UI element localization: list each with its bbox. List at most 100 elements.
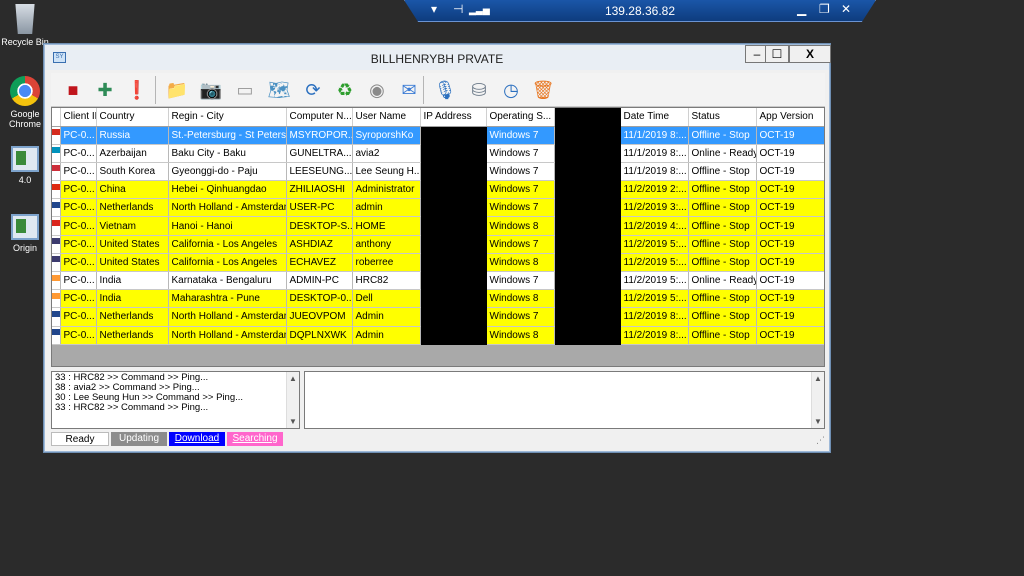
- cell-computer: GUNELTRA...: [286, 144, 353, 163]
- cell-client-id: PC-0...: [60, 198, 97, 218]
- drive-icon[interactable]: ▭: [231, 76, 259, 104]
- map-icon[interactable]: 🗺: [265, 76, 293, 104]
- close-button[interactable]: X: [789, 45, 831, 63]
- recycle-icon[interactable]: ♻: [331, 76, 359, 104]
- cell-status: Offline - Stop: [688, 162, 757, 182]
- column-header-country[interactable]: Country: [96, 108, 169, 127]
- output-panel[interactable]: ▲ ▼: [304, 371, 825, 429]
- table-row[interactable]: PC-0... India Maharashtra - Pune DESKTOP-0.…: [52, 289, 824, 309]
- table-row[interactable]: PC-0...RussiaSt.-Petersburg - St Petersb…: [52, 126, 824, 145]
- disc-icon[interactable]: ◉: [363, 76, 391, 104]
- output-scrollbar[interactable]: ▲ ▼: [811, 372, 824, 428]
- table-row[interactable]: PC-0... South Korea Gyeonggi-do - Paju LEES…: [52, 162, 824, 182]
- cell-user: roberree: [352, 253, 421, 273]
- cell-user: avia2: [352, 144, 421, 163]
- column-header-version[interactable]: App Version: [756, 108, 824, 127]
- country-flag-icon: [52, 274, 59, 287]
- column-header-client-id[interactable]: Client ID: [60, 108, 97, 127]
- puzzle-icon[interactable]: ✚: [91, 76, 119, 104]
- cell-country: Vietnam: [96, 216, 169, 236]
- cell-datetime: 11/2/2019 5:...: [620, 271, 689, 291]
- table-row[interactable]: PC-0... China Hebei - Qinhuangdao ZHILIAOSH…: [52, 180, 824, 200]
- cell-status: Offline - Stop: [688, 307, 757, 327]
- redacted-ip-cell: [420, 180, 487, 200]
- cell-datetime: 11/1/2019 8:...: [620, 144, 689, 163]
- table-row[interactable]: PC-0... India Karnataka - Bengaluru ADMIN-P…: [52, 271, 824, 291]
- refresh-icon[interactable]: ⟳: [299, 76, 327, 104]
- command-log[interactable]: 33 : HRC82 >> Command >> Ping... 38 : avi…: [51, 371, 300, 429]
- flag-cell: [52, 271, 61, 291]
- country-flag-icon: [52, 147, 59, 160]
- cell-user: Dell: [352, 289, 421, 309]
- column-header-status[interactable]: Status: [688, 108, 757, 127]
- cell-datetime: 11/1/2019 8:...: [620, 162, 689, 182]
- country-flag-icon: [52, 183, 59, 196]
- scroll-up-icon[interactable]: ▲: [287, 372, 299, 385]
- column-header-flag[interactable]: [52, 108, 61, 127]
- cell-client-id: PC-0...: [60, 307, 97, 327]
- minimize-icon[interactable]: ▁: [797, 2, 806, 16]
- main-window: SY BILLHENRYBH PRVATE – ☐ X ■ ✚ ❗ 📁 📷 ▭ 🗺 ⟳ ♻ ◉ ✉ 🎙…: [44, 44, 831, 452]
- column-header-datetime[interactable]: Date Time: [620, 108, 689, 127]
- cell-client-id: PC-0...: [60, 144, 97, 163]
- desktop-icon-4-0[interactable]: 4.0: [1, 146, 49, 185]
- cell-region: North Holland - Amsterdam: [168, 326, 287, 345]
- redacted-ip-cell: [420, 126, 487, 145]
- window-title: BILLHENRYBH PRVATE: [370, 52, 504, 66]
- cell-version: OCT-19: [756, 162, 824, 182]
- mail-icon[interactable]: ✉: [395, 76, 423, 104]
- table-row[interactable]: PC-0... Vietnam Hanoi - Hanoi DESKTOP-S... H…: [52, 216, 824, 236]
- cell-user: Admin: [352, 307, 421, 327]
- cell-version: OCT-19: [756, 198, 824, 218]
- database-icon[interactable]: ⛁: [465, 76, 493, 104]
- column-header-ip[interactable]: IP Address: [420, 108, 487, 127]
- cell-user: anthony: [352, 235, 421, 254]
- column-header-hidden[interactable]: [554, 108, 621, 127]
- clients-grid: Client IDCountryRegin - CityComputer N..…: [51, 107, 825, 367]
- restore-icon[interactable]: ❐: [819, 2, 830, 16]
- column-header-region[interactable]: Regin - City: [168, 108, 287, 127]
- table-row[interactable]: PC-0... Netherlands North Holland - Amster…: [52, 326, 824, 345]
- stop-icon[interactable]: ■: [59, 76, 87, 104]
- desktop-icon-origin[interactable]: Origin: [1, 214, 49, 253]
- cell-computer: MSYROPOR...: [286, 126, 353, 145]
- close-icon[interactable]: ✕: [841, 2, 851, 16]
- table-row[interactable]: PC-0... United States California - Los Ang…: [52, 253, 824, 273]
- column-header-os[interactable]: Operating S...: [486, 108, 555, 127]
- table-row[interactable]: PC-0... Netherlands North Holland - Amster…: [52, 198, 824, 218]
- webcam-icon[interactable]: 📷: [197, 76, 225, 104]
- column-header-user[interactable]: User Name: [352, 108, 421, 127]
- redacted-cell: [554, 126, 621, 145]
- cell-os: Windows 8: [486, 289, 555, 309]
- log-scrollbar[interactable]: ▲ ▼: [286, 372, 299, 428]
- table-row[interactable]: PC-0... Netherlands North Holland - Amster…: [52, 307, 824, 327]
- flag-cell: [52, 144, 61, 163]
- alert-icon[interactable]: ❗: [123, 76, 151, 104]
- scroll-down-icon[interactable]: ▼: [812, 415, 824, 428]
- cell-country: Azerbaijan: [96, 144, 169, 163]
- column-header-computer[interactable]: Computer N...: [286, 108, 353, 127]
- cell-country: India: [96, 271, 169, 291]
- desktop-icon-label: 4.0: [18, 175, 32, 185]
- desktop-icon-chrome[interactable]: Google Chrome: [1, 76, 49, 129]
- redacted-cell: [554, 307, 621, 327]
- maximize-button[interactable]: ☐: [765, 45, 789, 63]
- desktop-icon-recycle-bin[interactable]: Recycle Bin: [1, 4, 49, 47]
- resize-grip-icon[interactable]: ⋰: [816, 435, 825, 446]
- toolbar: ■ ✚ ❗ 📁 📷 ▭ 🗺 ⟳ ♻ ◉ ✉ 🎙 ⛁ ◷ 🗑: [51, 73, 825, 107]
- cell-computer: ZHILIAOSHI: [286, 180, 353, 200]
- clock-icon[interactable]: ◷: [497, 76, 525, 104]
- cell-region: Gyeonggi-do - Paju: [168, 162, 287, 182]
- cell-os: Windows 7: [486, 126, 555, 145]
- folder-icon[interactable]: 📁: [163, 76, 191, 104]
- redacted-ip-cell: [420, 307, 487, 327]
- cell-datetime: 11/2/2019 5:...: [620, 289, 689, 309]
- scroll-up-icon[interactable]: ▲: [812, 372, 824, 385]
- trash-icon[interactable]: 🗑: [529, 76, 557, 104]
- table-row[interactable]: PC-0... Azerbaijan Baku City - Baku GUNELTR…: [52, 144, 824, 163]
- table-row[interactable]: PC-0... United States California - Los Ang…: [52, 235, 824, 254]
- scroll-down-icon[interactable]: ▼: [287, 415, 299, 428]
- status-ready: Ready: [51, 432, 109, 446]
- flag-cell: [52, 253, 61, 273]
- microphone-icon[interactable]: 🎙: [431, 76, 459, 104]
